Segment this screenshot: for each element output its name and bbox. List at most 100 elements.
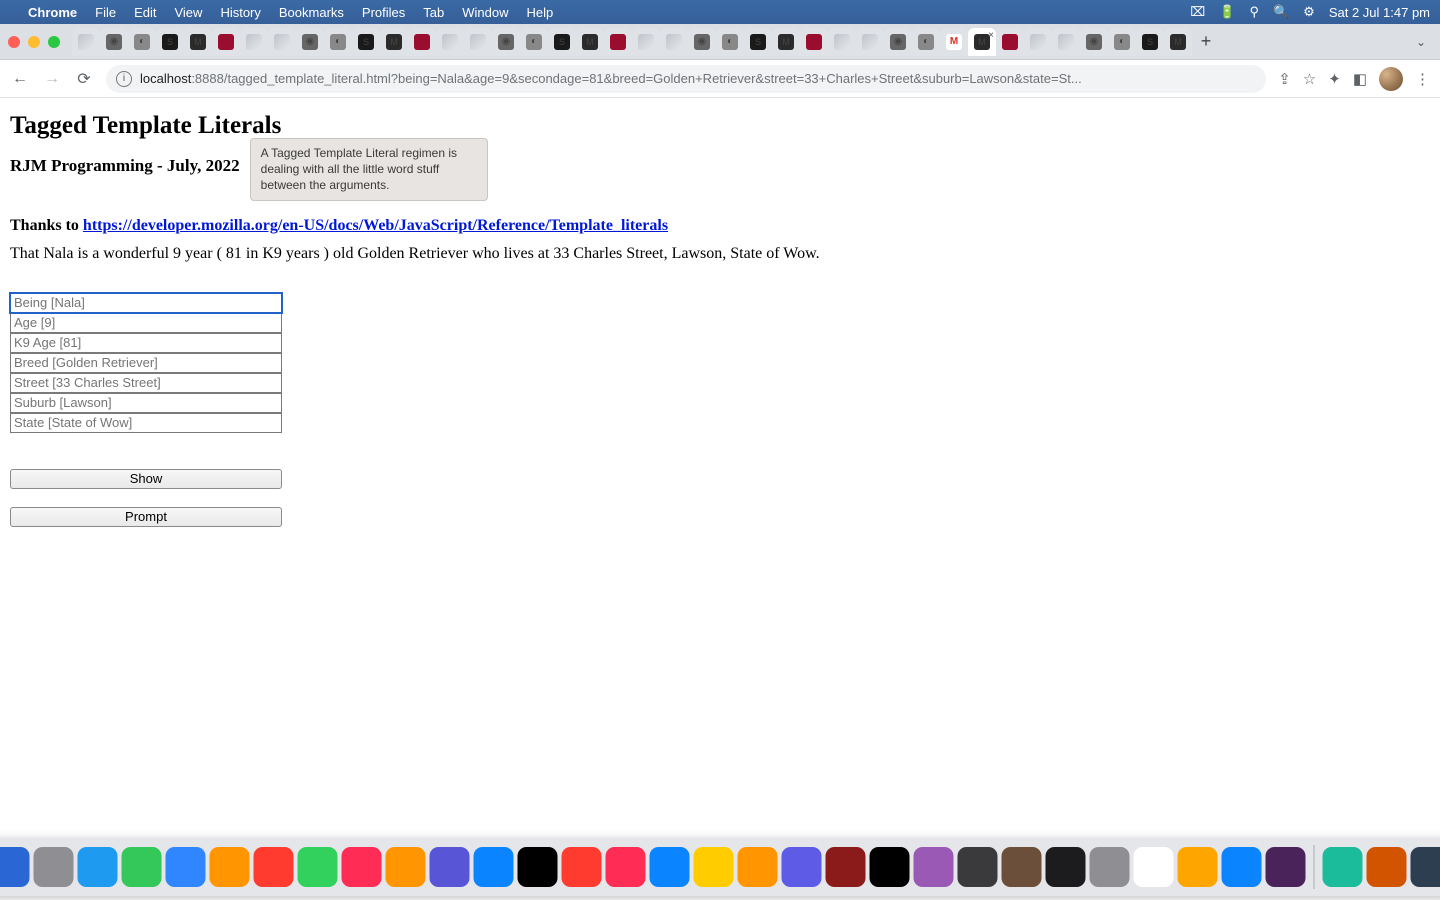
browser-tab[interactable] bbox=[240, 28, 268, 56]
browser-tab[interactable]: S bbox=[1136, 28, 1164, 56]
extensions-icon[interactable]: ✦ bbox=[1328, 70, 1341, 88]
dock-app-icon[interactable] bbox=[518, 847, 558, 887]
dock-app-icon[interactable] bbox=[1266, 847, 1306, 887]
dock-app-icon[interactable] bbox=[738, 847, 778, 887]
dock-app-icon[interactable] bbox=[694, 847, 734, 887]
browser-tab[interactable] bbox=[1024, 28, 1052, 56]
browser-tab[interactable] bbox=[828, 28, 856, 56]
browser-tab[interactable]: ◐ bbox=[716, 28, 744, 56]
menubar-item[interactable]: History bbox=[220, 5, 260, 20]
prompt-button[interactable]: Prompt bbox=[10, 507, 282, 527]
menubar-app[interactable]: Chrome bbox=[28, 5, 77, 20]
browser-tab[interactable]: M bbox=[1164, 28, 1192, 56]
show-button[interactable]: Show bbox=[10, 469, 282, 489]
browser-tab[interactable]: M bbox=[380, 28, 408, 56]
browser-tab[interactable]: ◉ bbox=[884, 28, 912, 56]
dock-app-icon[interactable] bbox=[1002, 847, 1042, 887]
browser-tab[interactable] bbox=[436, 28, 464, 56]
dock-app-icon[interactable] bbox=[914, 847, 954, 887]
dock-app-icon[interactable] bbox=[958, 847, 998, 887]
browser-tab[interactable]: ◉ bbox=[100, 28, 128, 56]
browser-tab[interactable] bbox=[996, 28, 1024, 56]
browser-tab[interactable]: ◉ bbox=[1080, 28, 1108, 56]
browser-tab[interactable]: M bbox=[772, 28, 800, 56]
dock-app-icon[interactable] bbox=[782, 847, 822, 887]
forward-button[interactable]: → bbox=[42, 70, 62, 88]
menubar-item[interactable]: Edit bbox=[134, 5, 156, 20]
browser-tab[interactable] bbox=[212, 28, 240, 56]
street-input[interactable] bbox=[10, 373, 282, 393]
dock-app-icon[interactable] bbox=[298, 847, 338, 887]
new-tab-button[interactable]: + bbox=[1194, 31, 1218, 52]
browser-tab[interactable]: ◐ bbox=[520, 28, 548, 56]
browser-tab[interactable]: S bbox=[744, 28, 772, 56]
address-bar[interactable]: i localhost:8888/tagged_template_literal… bbox=[106, 65, 1266, 93]
minimize-window-button[interactable] bbox=[28, 36, 40, 48]
chrome-menu-icon[interactable]: ⋮ bbox=[1415, 70, 1430, 88]
browser-tab[interactable]: ◐ bbox=[128, 28, 156, 56]
wifi-icon[interactable]: ⚲ bbox=[1249, 4, 1259, 20]
browser-tab[interactable]: M bbox=[184, 28, 212, 56]
browser-tab[interactable] bbox=[660, 28, 688, 56]
dock-app-icon[interactable] bbox=[122, 847, 162, 887]
zoom-window-button[interactable] bbox=[48, 36, 60, 48]
browser-tab[interactable]: M bbox=[940, 28, 968, 56]
close-window-button[interactable] bbox=[8, 36, 20, 48]
tab-overflow-button[interactable]: ⌄ bbox=[1416, 35, 1432, 49]
browser-tab[interactable] bbox=[604, 28, 632, 56]
browser-tab[interactable] bbox=[632, 28, 660, 56]
dock-app-icon[interactable] bbox=[254, 847, 294, 887]
dock-app-icon[interactable] bbox=[34, 847, 74, 887]
dock-app-icon[interactable] bbox=[166, 847, 206, 887]
browser-tab[interactable] bbox=[268, 28, 296, 56]
suburb-input[interactable] bbox=[10, 393, 282, 413]
browser-tab[interactable]: ◉ bbox=[688, 28, 716, 56]
menubar-item[interactable]: Profiles bbox=[362, 5, 405, 20]
dock-app-icon[interactable] bbox=[1411, 847, 1440, 887]
browser-tab[interactable]: ◉ bbox=[296, 28, 324, 56]
bluetooth-icon[interactable]: ⌧ bbox=[1190, 4, 1205, 20]
browser-tab[interactable]: M× bbox=[968, 28, 996, 56]
browser-tab[interactable] bbox=[72, 28, 100, 56]
menubar-item[interactable]: Bookmarks bbox=[279, 5, 344, 20]
dock-app-icon[interactable] bbox=[650, 847, 690, 887]
browser-tab[interactable]: ◐ bbox=[1108, 28, 1136, 56]
side-panel-icon[interactable]: ◧ bbox=[1353, 70, 1367, 88]
dock-app-icon[interactable] bbox=[342, 847, 382, 887]
dock-app-icon[interactable] bbox=[870, 847, 910, 887]
browser-tab[interactable]: S bbox=[156, 28, 184, 56]
dock-app-icon[interactable] bbox=[78, 847, 118, 887]
menubar-item[interactable]: File bbox=[95, 5, 116, 20]
browser-tab[interactable]: ◐ bbox=[324, 28, 352, 56]
menubar-item[interactable]: View bbox=[174, 5, 202, 20]
browser-tab[interactable]: S bbox=[548, 28, 576, 56]
profile-avatar[interactable] bbox=[1379, 67, 1403, 91]
menubar-item[interactable]: Tab bbox=[423, 5, 444, 20]
dock-app-icon[interactable] bbox=[0, 847, 30, 887]
site-info-icon[interactable]: i bbox=[116, 71, 132, 87]
dock-app-icon[interactable] bbox=[1046, 847, 1086, 887]
bookmark-star-icon[interactable]: ☆ bbox=[1303, 70, 1316, 88]
dock-app-icon[interactable] bbox=[1323, 847, 1363, 887]
control-center-icon[interactable]: ⚙ bbox=[1303, 4, 1315, 20]
browser-tab[interactable] bbox=[464, 28, 492, 56]
dock-app-icon[interactable] bbox=[1134, 847, 1174, 887]
spotlight-icon[interactable]: 🔍 bbox=[1273, 4, 1289, 20]
dock-app-icon[interactable] bbox=[562, 847, 602, 887]
browser-tab[interactable] bbox=[1052, 28, 1080, 56]
thanks-link[interactable]: https://developer.mozilla.org/en-US/docs… bbox=[83, 217, 668, 234]
browser-tab[interactable]: ◉ bbox=[492, 28, 520, 56]
share-icon[interactable]: ⇪ bbox=[1278, 70, 1291, 88]
browser-tab[interactable] bbox=[800, 28, 828, 56]
dock-app-icon[interactable] bbox=[826, 847, 866, 887]
menubar-item[interactable]: Window bbox=[462, 5, 508, 20]
dock-app-icon[interactable] bbox=[430, 847, 470, 887]
browser-tab[interactable] bbox=[408, 28, 436, 56]
browser-tab[interactable]: M bbox=[576, 28, 604, 56]
age-input[interactable] bbox=[10, 313, 282, 333]
browser-tab[interactable]: ◐ bbox=[912, 28, 940, 56]
browser-tab[interactable]: S bbox=[352, 28, 380, 56]
dock-app-icon[interactable] bbox=[386, 847, 426, 887]
menubar-item[interactable]: Help bbox=[527, 5, 554, 20]
state-input[interactable] bbox=[10, 413, 282, 433]
